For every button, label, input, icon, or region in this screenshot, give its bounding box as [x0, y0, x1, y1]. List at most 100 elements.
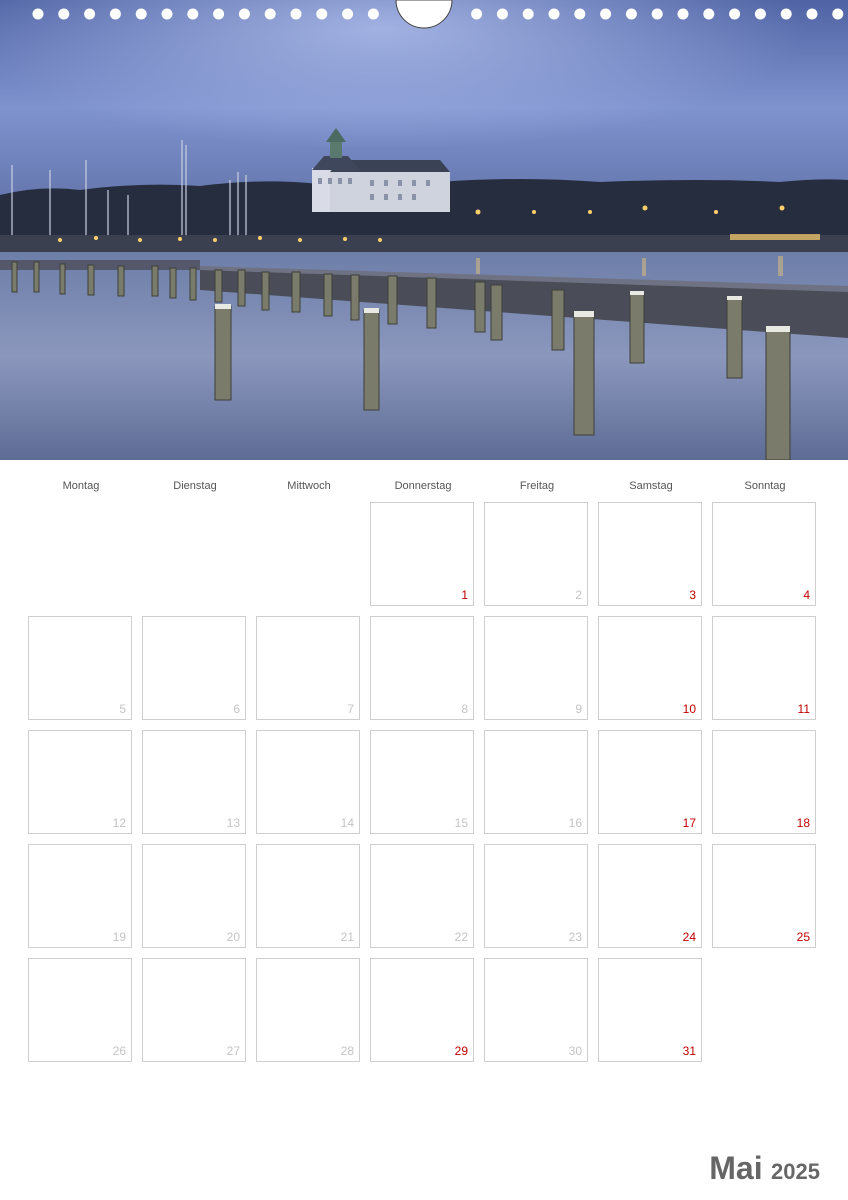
day-cell: 12 — [28, 730, 132, 834]
binding-hole — [496, 8, 508, 20]
day-cell: 16 — [484, 730, 588, 834]
day-number-highlighted: 11 — [797, 702, 810, 716]
binding-hole — [625, 8, 637, 20]
binding-hole — [729, 8, 741, 20]
binding-hole — [367, 8, 379, 20]
day-number: 9 — [575, 702, 582, 716]
day-number: 16 — [568, 816, 582, 830]
day-number-highlighted: 3 — [689, 588, 696, 602]
binding-hole — [600, 8, 612, 20]
day-cell: 20 — [142, 844, 246, 948]
year-label: 2025 — [771, 1159, 820, 1184]
binding-hole — [135, 8, 147, 20]
weekday-label: Donnerstag — [394, 480, 452, 492]
binding-hole — [832, 8, 844, 20]
day-number: 12 — [112, 816, 126, 830]
day-number: 21 — [340, 930, 354, 944]
day-cell: 31 — [598, 958, 702, 1062]
day-cell: 10 — [598, 616, 702, 720]
day-cell: 26 — [28, 958, 132, 1062]
weekday-label: Montag — [62, 480, 100, 492]
header-photo — [0, 0, 848, 460]
binding-hole — [187, 8, 199, 20]
binding-hole — [213, 8, 225, 20]
day-cell: 7 — [256, 616, 360, 720]
day-number: 14 — [340, 816, 354, 830]
binding-hole — [161, 8, 173, 20]
weekday-label: Samstag — [629, 480, 673, 492]
day-number: 6 — [233, 702, 240, 716]
binding-hole — [677, 8, 689, 20]
day-number: 26 — [112, 1044, 126, 1058]
day-number-highlighted: 10 — [682, 702, 696, 716]
month-title: Mai 2025 — [709, 1150, 820, 1187]
day-cell: 5 — [28, 616, 132, 720]
day-number-highlighted: 1 — [461, 588, 468, 602]
day-cell: 3 — [598, 502, 702, 606]
day-number: 19 — [112, 930, 126, 944]
binding-hole — [471, 8, 483, 20]
hanger-notch — [395, 0, 453, 29]
day-number: 15 — [454, 816, 468, 830]
day-cell: 4 — [712, 502, 816, 606]
binding-hole — [548, 8, 560, 20]
day-cell: 27 — [142, 958, 246, 1062]
binding-hole — [58, 8, 70, 20]
day-number: 23 — [568, 930, 582, 944]
day-cell: 28 — [256, 958, 360, 1062]
binding-hole — [316, 8, 328, 20]
day-number-highlighted: 4 — [803, 588, 810, 602]
day-number: 8 — [461, 702, 468, 716]
day-number: 2 — [575, 588, 582, 602]
harbor-photo — [0, 0, 848, 460]
weekday-label: Sonntag — [744, 480, 786, 492]
day-cell: 13 — [142, 730, 246, 834]
day-cell: 21 — [256, 844, 360, 948]
day-cell: 15 — [370, 730, 474, 834]
day-cell: 11 — [712, 616, 816, 720]
weekday-label: Freitag — [519, 480, 555, 492]
day-number-highlighted: 24 — [682, 930, 696, 944]
day-number: 28 — [340, 1044, 354, 1058]
binding-hole — [342, 8, 354, 20]
day-cell: 29 — [370, 958, 474, 1062]
binding-hole — [109, 8, 121, 20]
day-number-highlighted: 29 — [454, 1044, 468, 1058]
binding-hole — [574, 8, 586, 20]
day-number-highlighted: 25 — [796, 930, 810, 944]
day-number: 20 — [226, 930, 240, 944]
day-cell: 2 — [484, 502, 588, 606]
day-cell: 23 — [484, 844, 588, 948]
binding-hole — [522, 8, 534, 20]
day-cell: 22 — [370, 844, 474, 948]
binding-hole — [290, 8, 302, 20]
day-cell: 17 — [598, 730, 702, 834]
day-cell: 8 — [370, 616, 474, 720]
weekday-label: Dienstag — [173, 480, 217, 492]
day-cell: 30 — [484, 958, 588, 1062]
day-number: 5 — [119, 702, 126, 716]
day-number-highlighted: 17 — [682, 816, 696, 830]
day-number: 13 — [226, 816, 240, 830]
day-cell: 1 — [370, 502, 474, 606]
binding-hole — [780, 8, 792, 20]
day-number: 22 — [454, 930, 468, 944]
day-number: 27 — [226, 1044, 240, 1058]
binding-hole — [754, 8, 766, 20]
day-number-highlighted: 18 — [796, 816, 810, 830]
day-cell: 6 — [142, 616, 246, 720]
day-cell: 24 — [598, 844, 702, 948]
day-cell: 25 — [712, 844, 816, 948]
day-number: 7 — [347, 702, 354, 716]
binding-hole — [264, 8, 276, 20]
binding-hole — [651, 8, 663, 20]
binding-hole — [84, 8, 96, 20]
binding-hole — [703, 8, 715, 20]
day-number: 30 — [568, 1044, 582, 1058]
binding-rings — [32, 0, 844, 29]
binding-hole — [806, 8, 818, 20]
day-cell: 14 — [256, 730, 360, 834]
month-name: Mai — [709, 1150, 763, 1186]
binding-hole — [238, 8, 250, 20]
binding-hole — [32, 8, 44, 20]
